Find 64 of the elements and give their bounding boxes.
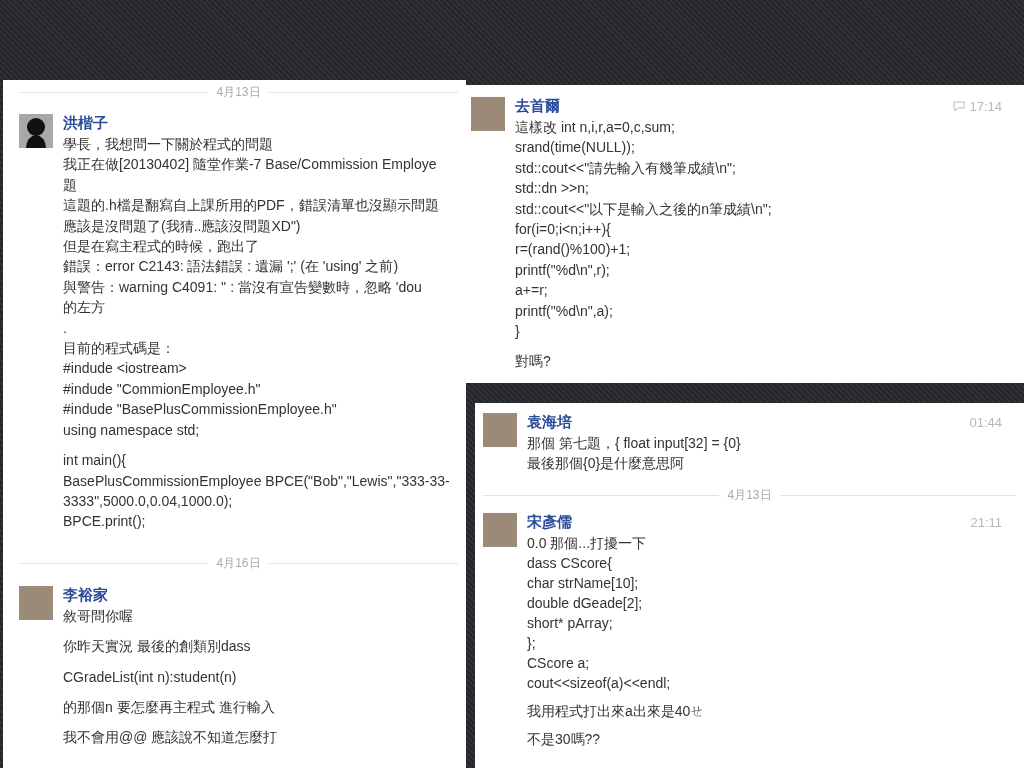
date-separator: 4月16日: [216, 555, 261, 573]
message-text: BasePlusCommissionEmployee BPCE("Bob","Lewis","333-33-: [63, 471, 451, 491]
message-text: printf("%d\n",r);: [515, 260, 611, 280]
message-text: #indude "BasePlusCommissionEmployee.h": [63, 400, 338, 420]
sender-name: 李裕家: [63, 584, 108, 605]
message-text: 題: [63, 175, 78, 195]
photo-placeholder: [483, 413, 517, 447]
sender-name: 去首爾: [515, 96, 560, 116]
message-text: std::dn >>n;: [515, 179, 590, 199]
message-text: a+=r;: [515, 281, 549, 301]
message-text: 的左方: [63, 298, 106, 318]
sender-name: 宋彥儒: [527, 512, 572, 532]
message-text: 不是30嗎??: [527, 730, 602, 749]
timestamp: 17:14: [969, 98, 1002, 114]
message-text: }: [515, 322, 521, 342]
message-text: printf("%d\n",a);: [515, 301, 614, 321]
message-text: 敘哥問你喔: [63, 606, 134, 626]
message-text: 你昨天實況 最後的創類別dass: [63, 637, 252, 657]
message-text: cout<<sizeof(a)<<endl;: [527, 674, 672, 693]
message-text: 對嗎?: [515, 352, 552, 372]
message-text: r=(rand()%100)+1;: [515, 240, 632, 260]
message-text: 最後那個{0}是什麼意思阿: [527, 454, 686, 473]
message-text: CGradeList(int n):student(n): [63, 667, 238, 687]
message-text: 0.0 那個...打擾一下: [527, 534, 648, 553]
message-text: 錯誤：error C2143: 語法錯誤 : 遺漏 ';' (在 'using' 之前): [63, 257, 400, 277]
message-text: BPCE.print();: [63, 512, 147, 532]
message-text: std::cout<<"以下是輸入之後的n筆成績\n";: [515, 199, 773, 219]
message-text: 但是在寫主程式的時候，跑出了: [63, 237, 260, 257]
photo-placeholder: [19, 585, 53, 620]
message-text: .: [63, 318, 68, 338]
message-text: 這樣改 int n,i,r,a=0,c,sum;: [515, 118, 676, 137]
sender-name: 洪楷子: [63, 113, 108, 133]
message-text: 我正在做[20130402] 隨堂作業-7 Base/Commission Employe: [63, 155, 438, 175]
photo-placeholder: [483, 513, 517, 547]
date-separator: 4月13日: [216, 83, 261, 101]
message-text: };: [527, 634, 537, 653]
message-text: 與警告：warning C4091: '' : 當沒有宣告變數時，忽略 'dou: [63, 277, 423, 297]
message-text: 目前的程式碼是：: [63, 339, 176, 359]
message-text: 我不會用@@ 應該說不知道怎麼打: [63, 728, 279, 748]
message-text: std::cout<<"請先輸入有幾筆成績\n";: [515, 158, 737, 178]
date-separator: 4月13日: [727, 486, 772, 504]
message-text: char strName[10];: [527, 574, 640, 593]
message-text: CScore a;: [527, 654, 591, 673]
message-text: 那個 第七題，{ float input[32] = {0}: [527, 434, 742, 453]
message-text: 的那個n 要怎麼再主程式 進行輸入: [63, 697, 276, 717]
message-text: #indude "CommionEmployee.h": [63, 379, 262, 399]
message-text: 學長，我想問一下關於程式的問題: [63, 135, 274, 154]
message-text: using namespace std;: [63, 420, 201, 440]
message-text: 應該是沒問題了(我猜..應該沒問題XD"): [63, 216, 302, 236]
message-text: double dGeade[2];: [527, 594, 644, 613]
message-text: 這題的.h檔是翻寫自上課所用的PDF，錯誤清單也沒顯示問題: [63, 196, 440, 216]
timestamp: 01:44: [969, 414, 1002, 430]
timestamp: 21:11: [970, 514, 1002, 530]
photo-placeholder: [471, 97, 505, 131]
comment-icon: [953, 100, 966, 112]
sender-name: 袁海培: [527, 412, 572, 432]
message-text: srand(time(NULL));: [515, 138, 636, 158]
message-text: 3333",5000.0,0.04,1000.0);: [63, 491, 234, 511]
message-text: dass CScore{: [527, 554, 613, 573]
message-text: 我用程式打出來a出來是40ㄝ: [527, 702, 706, 721]
message-text: for(i=0;i<n;i++){: [515, 220, 612, 240]
message-text: short* pArray;: [527, 614, 614, 633]
message-text: #indude <iostream>: [63, 359, 188, 379]
message-text: int main(){: [63, 451, 128, 471]
